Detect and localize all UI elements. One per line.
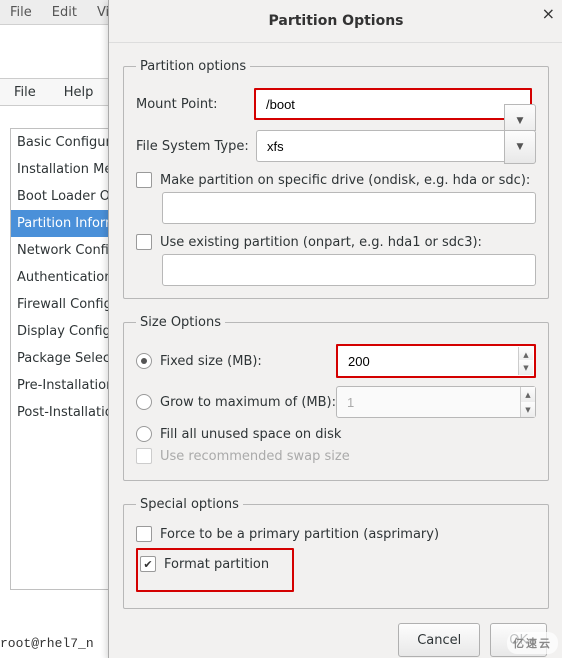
input-fixed-size[interactable]: [338, 346, 534, 376]
checkbox-swap: [136, 448, 152, 464]
checkbox-asprimary[interactable]: [136, 526, 152, 542]
sidebar-item-partition[interactable]: Partition Information: [11, 210, 109, 237]
menu-file[interactable]: File: [0, 2, 42, 23]
fs-type-input[interactable]: [256, 130, 536, 162]
radio-grow[interactable]: [136, 394, 152, 410]
fs-type-dropdown[interactable]: ▼: [504, 130, 536, 164]
cancel-button[interactable]: Cancel: [398, 623, 480, 657]
label-asprimary: Force to be a primary partition (asprima…: [160, 527, 439, 542]
sidebar-item-install[interactable]: Installation Method: [11, 156, 109, 183]
legend-special-options: Special options: [136, 497, 243, 512]
label-mount-point: Mount Point:: [136, 97, 256, 112]
dialog-title: Partition Options: [268, 13, 403, 29]
checkbox-ondisk[interactable]: [136, 172, 152, 188]
fieldset-special-options: Special options Force to be a primary pa…: [123, 497, 549, 609]
sidebar-item-basic[interactable]: Basic Configuration: [11, 129, 109, 156]
radio-fixed-size[interactable]: [136, 353, 152, 369]
radio-fill[interactable]: [136, 426, 152, 442]
label-fill: Fill all unused space on disk: [160, 427, 341, 442]
sidebar-item-post[interactable]: Post-Installation Script: [11, 399, 109, 426]
sidebar-item-boot[interactable]: Boot Loader Options: [11, 183, 109, 210]
section-tree[interactable]: Basic Configuration Installation Method …: [10, 128, 110, 590]
label-fixed-size: Fixed size (MB):: [160, 354, 336, 369]
mount-point-input[interactable]: [256, 90, 530, 118]
dialog-titlebar: Partition Options ×: [109, 0, 562, 43]
sidebar-item-network[interactable]: Network Configuration: [11, 237, 109, 264]
input-grow: [336, 386, 536, 418]
sidebar-item-display[interactable]: Display Configuration: [11, 318, 109, 345]
close-icon[interactable]: ×: [542, 4, 555, 23]
fs-type-combo[interactable]: ▼: [256, 130, 536, 162]
input-ondisk[interactable]: [162, 192, 536, 224]
sidebar-item-pre[interactable]: Pre-Installation Script: [11, 372, 109, 399]
sidebar-item-firewall[interactable]: Firewall Configuration: [11, 291, 109, 318]
spin-grow-up: ▲: [520, 387, 535, 403]
label-swap: Use recommended swap size: [160, 449, 350, 464]
spin-grow-down: ▼: [520, 402, 535, 417]
sidebar-item-auth[interactable]: Authentication: [11, 264, 109, 291]
terminal-line: root@rhel7_n: [0, 636, 94, 651]
legend-partition-options: Partition options: [136, 59, 250, 74]
label-format: Format partition: [164, 557, 269, 572]
label-fs-type: File System Type:: [136, 139, 256, 154]
mount-point-combo[interactable]: [254, 88, 532, 120]
checkbox-onpart[interactable]: [136, 234, 152, 250]
partition-options-dialog: Partition Options × Partition options Mo…: [108, 0, 562, 658]
label-ondisk: Make partition on specific drive (ondisk…: [160, 173, 530, 188]
legend-size-options: Size Options: [136, 315, 225, 330]
dialog-buttons: Cancel OK: [123, 623, 549, 657]
fieldset-size-options: Size Options Fixed size (MB): ▲ ▼ Grow t…: [123, 315, 549, 481]
watermark: 亿速云: [507, 632, 558, 654]
checkbox-format[interactable]: [140, 556, 156, 572]
input-onpart[interactable]: [162, 254, 536, 286]
fieldset-partition-options: Partition options Mount Point: ▼ File Sy…: [123, 59, 549, 299]
menu-edit[interactable]: Edit: [42, 2, 87, 23]
appmenu-help[interactable]: Help: [50, 81, 108, 104]
spin-fixed-down[interactable]: ▼: [518, 360, 533, 375]
appmenu-file[interactable]: File: [0, 81, 50, 104]
label-onpart: Use existing partition (onpart, e.g. hda…: [160, 235, 482, 250]
label-grow: Grow to maximum of (MB):: [160, 395, 336, 410]
sidebar-item-package[interactable]: Package Selection: [11, 345, 109, 372]
